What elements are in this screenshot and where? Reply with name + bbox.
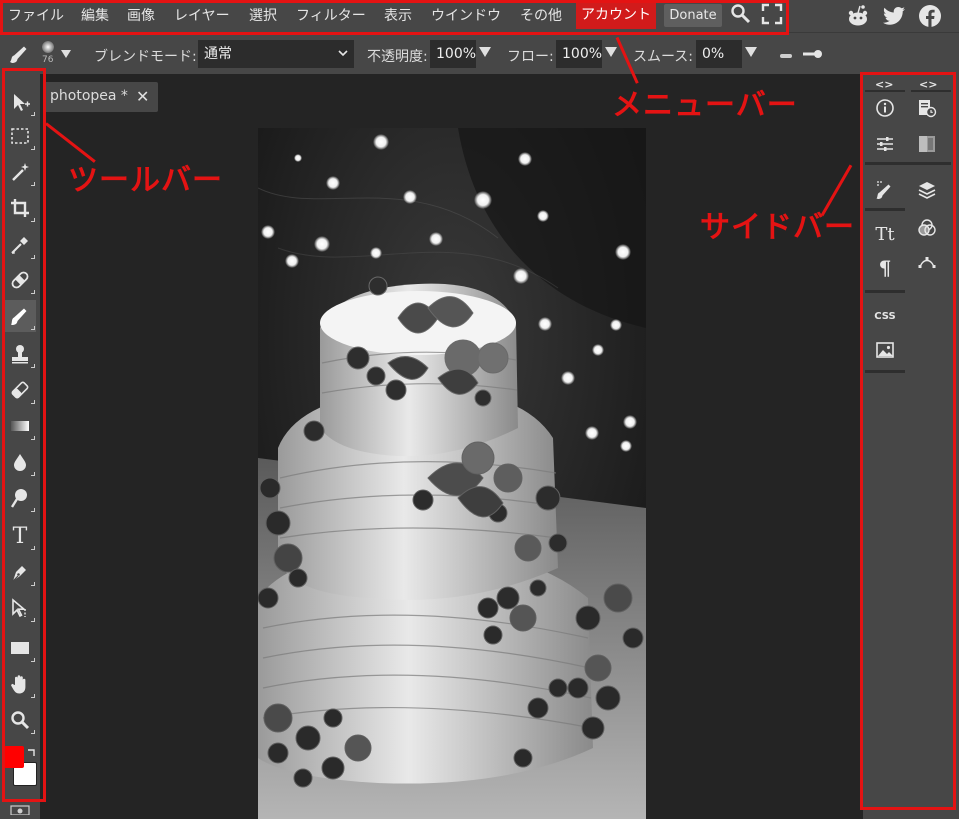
cake-photo [258, 128, 646, 819]
sidebar-annotation-label: サイドバー [700, 210, 855, 245]
options-bar: 76 ブレンドモード: 通常 不透明度: 100% フロー: 100% スムース… [0, 32, 959, 74]
document-tab-title: photopea * [50, 88, 128, 104]
brush-preset-icon[interactable] [8, 42, 32, 66]
opacity-input[interactable]: 100% [430, 40, 476, 68]
brush-size-value: 76 [42, 55, 54, 65]
facebook-icon[interactable] [918, 4, 942, 28]
brush-dropdown-arrow-icon[interactable] [61, 50, 71, 58]
blend-mode-select[interactable]: 通常 [198, 40, 354, 68]
toolbar-annotation-label: ツールバー [68, 163, 223, 198]
menubar-highlight-box [0, 0, 789, 35]
document-canvas[interactable] [258, 128, 646, 819]
opacity-label: 不透明度: [367, 49, 428, 65]
opacity-dropdown-icon[interactable] [479, 47, 491, 57]
flow-label: フロー: [507, 49, 554, 65]
pressure-icon[interactable] [802, 46, 824, 60]
flow-input[interactable]: 100% [556, 40, 602, 68]
blend-mode-value: 通常 [204, 46, 232, 62]
reddit-icon[interactable] [846, 4, 870, 28]
airbrush-icon[interactable] [778, 47, 796, 59]
toolbar-highlight-box [2, 68, 46, 802]
twitter-icon[interactable] [882, 4, 906, 28]
smoothing-input[interactable]: 0% [696, 40, 742, 68]
sidebar-highlight-box [860, 72, 956, 810]
flow-dropdown-icon[interactable] [605, 47, 617, 57]
smoothing-label: スムース: [633, 49, 694, 65]
brush-tip-preview[interactable] [42, 41, 54, 53]
document-tab[interactable]: photopea * ✕ [44, 82, 158, 112]
smoothing-dropdown-icon[interactable] [745, 47, 757, 57]
close-icon[interactable]: ✕ [136, 87, 149, 106]
chevron-down-icon [338, 50, 348, 57]
menubar-annotation-label: メニューバー [612, 88, 798, 123]
blend-mode-label: ブレンドモード: [94, 49, 197, 65]
